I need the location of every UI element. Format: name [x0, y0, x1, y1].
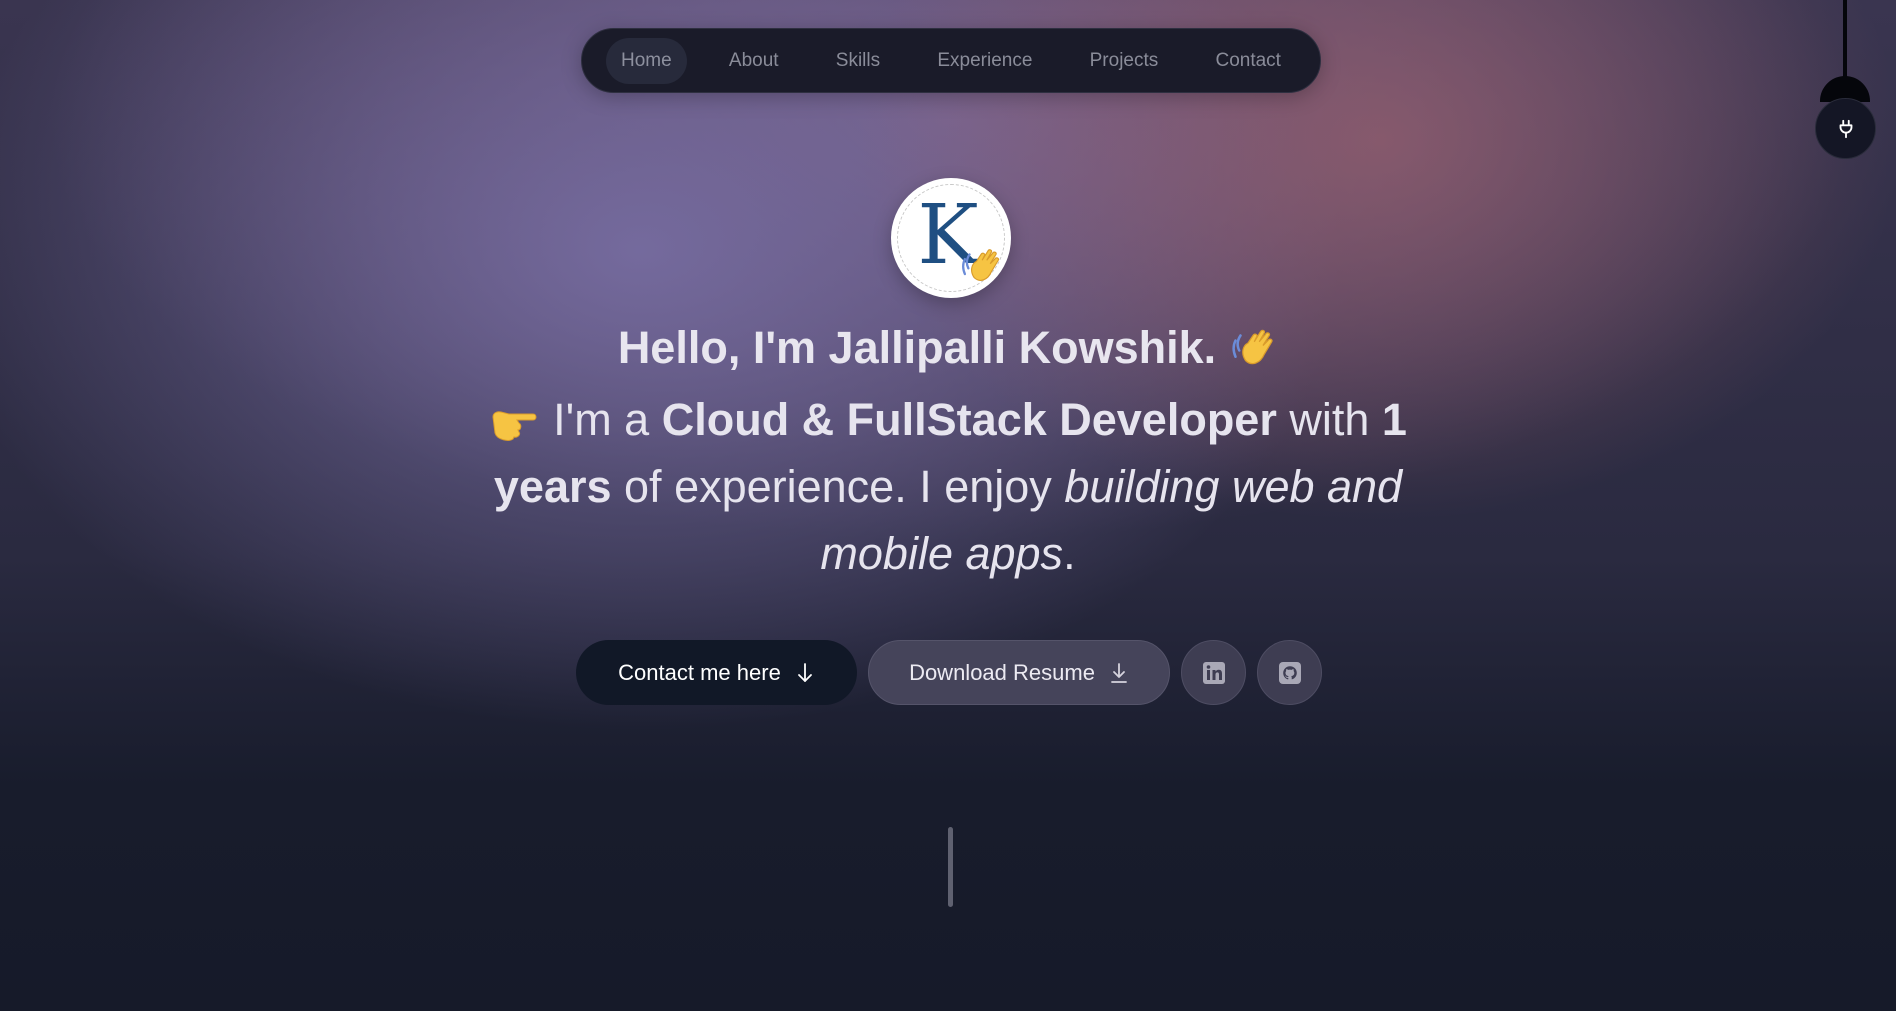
intro-text-4: .: [1063, 528, 1076, 579]
nav-item-skills[interactable]: Skills: [821, 38, 895, 84]
intro-role: Cloud & FullStack Developer: [661, 394, 1277, 445]
scroll-indicator: [948, 827, 953, 907]
contact-button-label: Contact me here: [618, 659, 781, 685]
download-resume-button[interactable]: Download Resume: [868, 640, 1170, 705]
contact-button[interactable]: Contact me here: [576, 640, 857, 705]
nav-item-home[interactable]: Home: [606, 37, 687, 84]
github-button[interactable]: [1257, 640, 1322, 705]
lightbulb-icon: [1839, 119, 1852, 138]
greeting-text: Hello, I'm Jallipalli Kowshik.: [617, 322, 1217, 373]
github-icon: [1278, 661, 1301, 684]
waving-hand-icon: [1232, 329, 1273, 365]
nav-item-projects[interactable]: Projects: [1075, 38, 1174, 84]
intro-text-1: I'm a: [553, 394, 662, 445]
pointing-hand-icon: [492, 411, 537, 441]
arrow-down-icon: [797, 662, 812, 682]
avatar: K: [891, 178, 1011, 298]
linkedin-button[interactable]: [1181, 640, 1246, 705]
nav-item-contact[interactable]: Contact: [1200, 38, 1295, 84]
intro-text-3: of experience. I enjoy: [611, 461, 1065, 512]
theme-toggle-button[interactable]: [1815, 98, 1876, 159]
hero-intro: I'm a Cloud & FullStack Developer with 1…: [470, 386, 1426, 587]
intro-text-2: with: [1276, 394, 1382, 445]
lamp-cord: [1843, 0, 1847, 80]
linkedin-icon: [1202, 661, 1225, 684]
nav-item-experience[interactable]: Experience: [922, 38, 1047, 84]
hero-greeting: Hello, I'm Jallipalli Kowshik.: [0, 322, 1896, 374]
download-icon: [1111, 662, 1127, 683]
top-navigation: Home About Skills Experience Projects Co…: [581, 28, 1321, 93]
nav-item-about[interactable]: About: [714, 38, 794, 84]
waving-hand-icon: [962, 249, 1000, 281]
download-resume-label: Download Resume: [909, 659, 1095, 685]
